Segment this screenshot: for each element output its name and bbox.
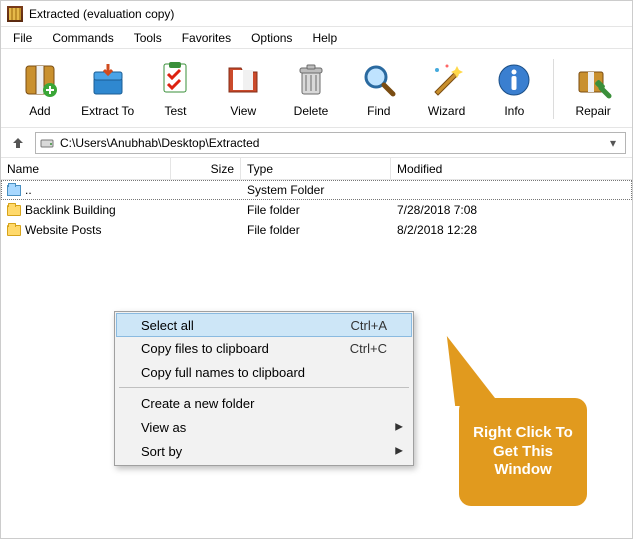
folder-up-icon xyxy=(7,185,21,196)
app-icon xyxy=(7,6,23,22)
tool-find[interactable]: Find xyxy=(346,55,412,123)
menu-bar: File Commands Tools Favorites Options He… xyxy=(1,27,632,49)
tool-info-label: Info xyxy=(482,104,546,118)
menu-tools[interactable]: Tools xyxy=(124,29,172,47)
submenu-arrow-icon: ▶ xyxy=(395,422,403,433)
tool-repair[interactable]: Repair xyxy=(560,55,626,123)
tool-info[interactable]: Info xyxy=(481,55,547,123)
col-type[interactable]: Type xyxy=(241,158,391,179)
list-item[interactable]: Backlink Building File folder 7/28/2018 … xyxy=(1,200,632,220)
toolbar: Add Extract To Test xyxy=(1,49,632,128)
menu-help[interactable]: Help xyxy=(302,29,347,47)
cell-modified: 7/28/2018 7:08 xyxy=(391,203,632,217)
cm-shortcut: Ctrl+A xyxy=(351,318,387,333)
window-title: Extracted (evaluation copy) xyxy=(29,7,174,21)
list-item[interactable]: Website Posts File folder 8/2/2018 12:28 xyxy=(1,220,632,240)
submenu-arrow-icon: ▶ xyxy=(395,446,403,457)
tool-test-label: Test xyxy=(144,104,208,118)
cm-separator xyxy=(119,387,409,388)
tool-view-label: View xyxy=(211,104,275,118)
col-modified[interactable]: Modified xyxy=(391,158,632,179)
cell-type: File folder xyxy=(241,203,391,217)
cm-select-all[interactable]: Select all Ctrl+A xyxy=(116,313,412,337)
tool-wizard-label: Wizard xyxy=(415,104,479,118)
archive-add-icon xyxy=(8,58,72,102)
cm-sort-by[interactable]: Sort by ▶ xyxy=(117,439,411,463)
col-size[interactable]: Size xyxy=(171,158,241,179)
tool-add[interactable]: Add xyxy=(7,55,73,123)
cm-copy-names[interactable]: Copy full names to clipboard xyxy=(117,360,411,384)
menu-file[interactable]: File xyxy=(3,29,42,47)
menu-commands[interactable]: Commands xyxy=(42,29,123,47)
menu-options[interactable]: Options xyxy=(241,29,302,47)
tool-wizard[interactable]: Wizard xyxy=(414,55,480,123)
filename: Website Posts xyxy=(25,223,101,237)
tool-delete[interactable]: Delete xyxy=(278,55,344,123)
title-bar: Extracted (evaluation copy) xyxy=(1,1,632,27)
filename: Backlink Building xyxy=(25,203,116,217)
address-dropdown-icon[interactable]: ▾ xyxy=(605,136,621,150)
context-menu: Select all Ctrl+A Copy files to clipboar… xyxy=(114,311,414,466)
tool-add-label: Add xyxy=(8,104,72,118)
address-input[interactable] xyxy=(58,135,601,151)
cm-create-folder[interactable]: Create a new folder xyxy=(117,391,411,415)
column-headers: Name Size Type Modified xyxy=(1,158,632,180)
cell-type: File folder xyxy=(241,223,391,237)
tool-repair-label: Repair xyxy=(561,104,625,118)
filename: .. xyxy=(25,183,32,197)
tool-extract[interactable]: Extract To xyxy=(75,55,141,123)
test-icon xyxy=(144,58,208,102)
address-bar: ▾ xyxy=(1,128,632,158)
cm-label: Copy files to clipboard xyxy=(141,341,269,356)
tool-extract-label: Extract To xyxy=(76,104,140,118)
up-arrow-icon xyxy=(11,136,25,150)
annotation-text: Right Click To Get This Window xyxy=(467,424,579,480)
up-button[interactable] xyxy=(7,132,29,154)
folder-icon xyxy=(7,205,21,216)
find-icon xyxy=(347,58,411,102)
view-icon xyxy=(211,58,275,102)
file-list[interactable]: .. System Folder Backlink Building File … xyxy=(1,180,632,240)
folder-icon xyxy=(7,225,21,236)
cm-copy-files[interactable]: Copy files to clipboard Ctrl+C xyxy=(117,336,411,360)
cm-label: View as xyxy=(141,420,186,435)
cell-type: System Folder xyxy=(241,183,391,197)
toolbar-separator xyxy=(553,59,554,119)
cm-label: Select all xyxy=(141,318,194,333)
tool-find-label: Find xyxy=(347,104,411,118)
cm-view-as[interactable]: View as ▶ xyxy=(117,415,411,439)
tool-test[interactable]: Test xyxy=(143,55,209,123)
tool-view[interactable]: View xyxy=(210,55,276,123)
drive-icon xyxy=(40,136,54,150)
menu-favorites[interactable]: Favorites xyxy=(172,29,241,47)
address-input-wrap[interactable]: ▾ xyxy=(35,132,626,154)
col-name[interactable]: Name xyxy=(1,158,171,179)
repair-icon xyxy=(561,58,625,102)
annotation-callout: Right Click To Get This Window xyxy=(459,398,587,506)
delete-icon xyxy=(279,58,343,102)
cm-label: Sort by xyxy=(141,444,182,459)
cm-label: Create a new folder xyxy=(141,396,254,411)
cell-modified: 8/2/2018 12:28 xyxy=(391,223,632,237)
list-item-up[interactable]: .. System Folder xyxy=(1,180,632,200)
wizard-icon xyxy=(415,58,479,102)
tool-delete-label: Delete xyxy=(279,104,343,118)
cm-label: Copy full names to clipboard xyxy=(141,365,305,380)
extract-icon xyxy=(76,58,140,102)
info-icon xyxy=(482,58,546,102)
cm-shortcut: Ctrl+C xyxy=(350,341,387,356)
